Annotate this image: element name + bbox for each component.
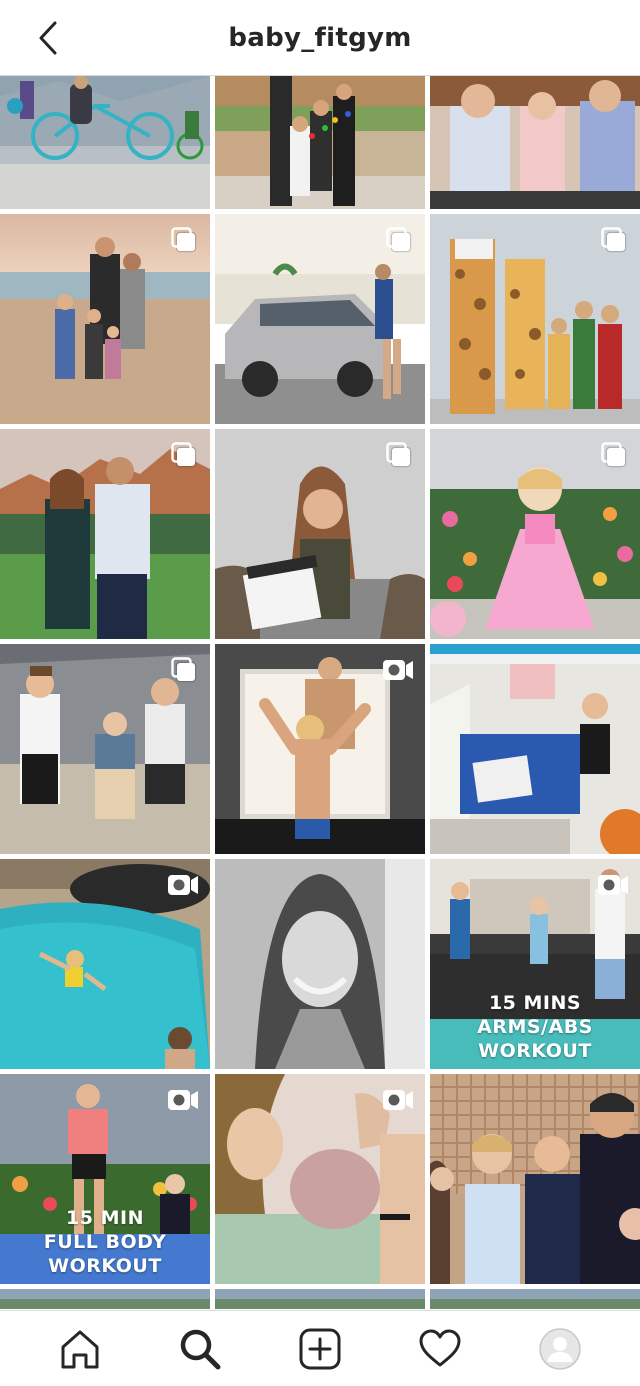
caption-line: 15 MIN <box>66 1207 144 1229</box>
grid-post[interactable] <box>0 1289 210 1309</box>
avatar-icon <box>539 1327 581 1370</box>
post-grid: 15 MINS ARMS/ABS WORKOUT 15 MIN FULL BODY W… <box>0 76 640 1310</box>
grid-post[interactable] <box>215 214 425 424</box>
post-caption: 15 MINS ARMS/ABS WORKOUT <box>430 991 640 1063</box>
post-thumbnail <box>430 644 640 854</box>
bottom-tab-bar <box>0 1310 640 1386</box>
carousel-badge <box>385 226 413 254</box>
post-thumbnail <box>0 1289 210 1309</box>
grid-post[interactable] <box>0 644 210 854</box>
post-caption: 15 MIN FULL BODY WORKOUT <box>0 1206 210 1278</box>
grid-post[interactable] <box>430 76 640 209</box>
grid-post[interactable] <box>0 76 210 209</box>
carousel-icon <box>171 442 197 468</box>
grid-post[interactable] <box>215 859 425 1069</box>
post-thumbnail <box>215 76 425 209</box>
tab-new-post[interactable] <box>295 1324 345 1374</box>
grid-post[interactable] <box>430 644 640 854</box>
grid-post[interactable] <box>0 214 210 424</box>
video-badge <box>166 1086 200 1114</box>
carousel-badge <box>170 226 198 254</box>
grid-post[interactable] <box>430 1289 640 1309</box>
carousel-icon <box>171 657 197 683</box>
post-thumbnail <box>0 76 210 209</box>
grid-post[interactable] <box>0 429 210 639</box>
search-icon <box>180 1329 221 1369</box>
tab-profile[interactable] <box>535 1324 585 1374</box>
carousel-badge <box>600 226 628 254</box>
carousel-badge <box>600 441 628 469</box>
caption-line: ARMS/ABS WORKOUT <box>477 1016 593 1062</box>
page-title: baby_fitgym <box>228 22 412 53</box>
grid-post[interactable] <box>0 859 210 1069</box>
top-nav-bar: baby_fitgym <box>0 0 640 76</box>
grid-post[interactable] <box>430 429 640 639</box>
caption-line: 15 MINS <box>488 992 582 1014</box>
post-thumbnail <box>215 859 425 1069</box>
tab-search[interactable] <box>175 1324 225 1374</box>
video-icon <box>383 660 413 680</box>
plus-square-icon <box>299 1328 341 1369</box>
grid-post[interactable] <box>215 429 425 639</box>
carousel-icon <box>601 442 627 468</box>
post-thumbnail <box>430 1289 640 1309</box>
carousel-badge <box>170 656 198 684</box>
chevron-left-icon <box>39 21 57 55</box>
carousel-icon <box>386 227 412 253</box>
grid-post[interactable] <box>430 214 640 424</box>
grid-post[interactable]: 15 MINS ARMS/ABS WORKOUT <box>430 859 640 1069</box>
carousel-icon <box>171 227 197 253</box>
post-thumbnail <box>430 1074 640 1284</box>
post-thumbnail <box>430 76 640 209</box>
grid-post[interactable] <box>215 1074 425 1284</box>
post-thumbnail <box>215 1289 425 1309</box>
carousel-badge <box>170 441 198 469</box>
video-icon <box>383 1090 413 1110</box>
video-icon <box>598 875 628 895</box>
grid-post[interactable] <box>215 76 425 209</box>
tab-home[interactable] <box>55 1324 105 1374</box>
video-icon <box>168 1090 198 1110</box>
grid-post[interactable] <box>430 1074 640 1284</box>
video-badge <box>381 1086 415 1114</box>
home-icon <box>61 1330 99 1368</box>
grid-post[interactable] <box>215 644 425 854</box>
video-badge <box>596 871 630 899</box>
video-icon <box>168 875 198 895</box>
grid-post[interactable]: 15 MIN FULL BODY WORKOUT <box>0 1074 210 1284</box>
carousel-icon <box>386 442 412 468</box>
video-badge <box>381 656 415 684</box>
heart-icon <box>419 1329 461 1366</box>
tab-activity[interactable] <box>415 1324 465 1374</box>
caption-line: FULL BODY WORKOUT <box>43 1231 167 1277</box>
carousel-icon <box>601 227 627 253</box>
carousel-badge <box>385 441 413 469</box>
video-badge <box>166 871 200 899</box>
back-button[interactable] <box>28 18 68 58</box>
grid-post[interactable] <box>215 1289 425 1309</box>
